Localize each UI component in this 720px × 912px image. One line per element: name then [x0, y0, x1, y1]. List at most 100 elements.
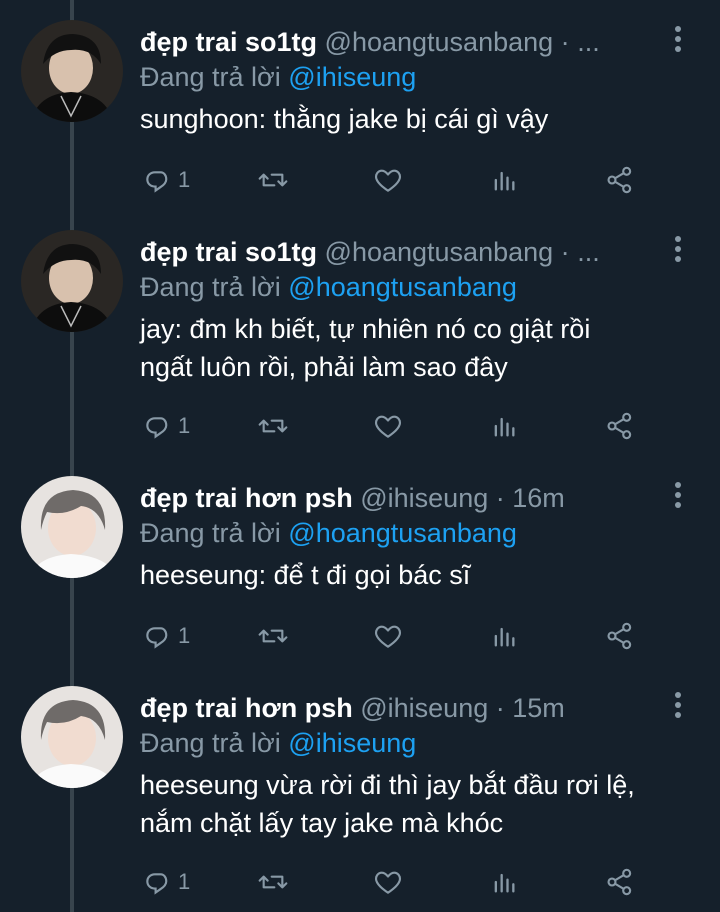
reply-icon [146, 171, 168, 193]
retweet-button[interactable] [256, 160, 290, 200]
tweet-text-line: heeseung: để t đi gọi bác sĩ [140, 560, 471, 590]
reply-button[interactable]: 1 [142, 406, 190, 446]
tweet-header: đẹp trai so1tg @hoangtusanbang · ... [140, 234, 660, 270]
replying-to-label: Đang trả lời [140, 62, 281, 92]
heart-icon [374, 169, 402, 192]
tweet-text: sunghoon: thằng jake bị cái gì vậy [140, 100, 700, 138]
analytics-button[interactable] [490, 616, 518, 656]
conversation-timeline: đẹp trai so1tg @hoangtusanbang · ... Đan… [0, 0, 720, 912]
more-vertical-icon[interactable] [666, 236, 690, 266]
tweet-text-line: heeseung vừa rời đi thì jay bắt đầu rơi … [140, 770, 635, 800]
analytics-button[interactable] [490, 406, 518, 446]
separator: · [560, 27, 570, 57]
more-vertical-icon[interactable] [666, 482, 690, 512]
tweet-text-line: sunghoon: thằng jake bị cái gì vậy [140, 104, 549, 134]
tweet-header: đẹp trai hơn psh @ihiseung · 15m [140, 690, 660, 726]
share-button[interactable] [604, 160, 636, 200]
separator: · [560, 237, 570, 267]
analytics-button[interactable] [490, 160, 518, 200]
tweet-actions: 1 [140, 862, 670, 902]
replying-to: Đang trả lời @hoangtusanbang [140, 516, 517, 550]
tweet-actions: 1 [140, 160, 670, 200]
reply-button[interactable]: 1 [142, 616, 190, 656]
replying-to-label: Đang trả lời [140, 272, 281, 302]
heart-icon [374, 871, 402, 894]
tweet-time[interactable]: ... [577, 237, 600, 267]
separator: · [495, 483, 505, 513]
reply-icon [146, 417, 168, 439]
like-button[interactable] [372, 616, 404, 656]
tweet-text: heeseung vừa rời đi thì jay bắt đầu rơi … [140, 766, 700, 842]
avatar-grey-hair-icon [21, 476, 123, 578]
avatar[interactable] [21, 20, 123, 122]
mention-link[interactable]: @ihiseung [288, 62, 416, 92]
reply-button[interactable]: 1 [142, 160, 190, 200]
reply-count: 1 [178, 167, 191, 192]
tweet-time[interactable]: ... [577, 27, 600, 57]
heart-icon [374, 625, 402, 648]
tweet-header: đẹp trai hơn psh @ihiseung · 16m [140, 480, 660, 516]
share-button[interactable] [604, 406, 636, 446]
tweet-time[interactable]: 15m [512, 693, 565, 723]
display-name[interactable]: đẹp trai so1tg [140, 237, 317, 267]
user-handle[interactable]: @ihiseung [360, 693, 488, 723]
avatar[interactable] [21, 476, 123, 578]
tweet-header: đẹp trai so1tg @hoangtusanbang · ... [140, 24, 660, 60]
analytics-button[interactable] [490, 862, 518, 902]
tweet-actions: 1 [140, 406, 670, 446]
like-button[interactable] [372, 406, 404, 446]
tweet-actions: 1 [140, 616, 670, 656]
reply-icon [146, 627, 168, 649]
display-name[interactable]: đẹp trai so1tg [140, 27, 317, 57]
mention-link[interactable]: @hoangtusanbang [288, 518, 517, 548]
retweet-button[interactable] [256, 862, 290, 902]
analytics-icon [494, 417, 515, 437]
analytics-icon [494, 627, 515, 647]
user-handle[interactable]: @ihiseung [360, 483, 488, 513]
reply-count: 1 [178, 869, 191, 894]
share-icon [607, 868, 632, 896]
retweet-icon [258, 419, 288, 433]
retweet-icon [258, 875, 288, 889]
avatar-grey-hair-icon [21, 686, 123, 788]
replying-to: Đang trả lời @ihiseung [140, 726, 416, 760]
share-button[interactable] [604, 862, 636, 902]
avatar[interactable] [21, 230, 123, 332]
display-name[interactable]: đẹp trai hơn psh [140, 693, 353, 723]
reply-count: 1 [178, 623, 191, 648]
share-icon [607, 412, 632, 440]
avatar[interactable] [21, 686, 123, 788]
analytics-icon [494, 171, 515, 191]
separator: · [495, 693, 505, 723]
like-button[interactable] [372, 862, 404, 902]
replying-to: Đang trả lời @hoangtusanbang [140, 270, 517, 304]
mention-link[interactable]: @hoangtusanbang [288, 272, 517, 302]
replying-to-label: Đang trả lời [140, 728, 281, 758]
mention-link[interactable]: @ihiseung [288, 728, 416, 758]
like-button[interactable] [372, 160, 404, 200]
reply-button[interactable]: 1 [142, 862, 190, 902]
display-name[interactable]: đẹp trai hơn psh [140, 483, 353, 513]
avatar-dark-hair-icon [21, 20, 123, 122]
tweet-text: heeseung: để t đi gọi bác sĩ [140, 556, 700, 594]
tweet-text-line: jay: đm kh biết, tự nhiên nó co giật rồi [140, 314, 591, 344]
tweet-text-line: ngất luôn rồi, phải làm sao đây [140, 352, 508, 382]
analytics-icon [494, 873, 515, 893]
reply-icon [146, 873, 168, 895]
tweet-text-line: nắm chặt lấy tay jake mà khóc [140, 808, 504, 838]
avatar-dark-hair-icon [21, 230, 123, 332]
retweet-button[interactable] [256, 406, 290, 446]
more-vertical-icon[interactable] [666, 692, 690, 722]
retweet-icon [258, 173, 288, 187]
share-icon [607, 622, 632, 650]
replying-to-label: Đang trả lời [140, 518, 281, 548]
retweet-icon [258, 629, 288, 643]
more-vertical-icon[interactable] [666, 26, 690, 56]
share-icon [607, 166, 632, 194]
tweet-time[interactable]: 16m [512, 483, 565, 513]
share-button[interactable] [604, 616, 636, 656]
user-handle[interactable]: @hoangtusanbang [325, 27, 554, 57]
user-handle[interactable]: @hoangtusanbang [325, 237, 554, 267]
replying-to: Đang trả lời @ihiseung [140, 60, 416, 94]
retweet-button[interactable] [256, 616, 290, 656]
